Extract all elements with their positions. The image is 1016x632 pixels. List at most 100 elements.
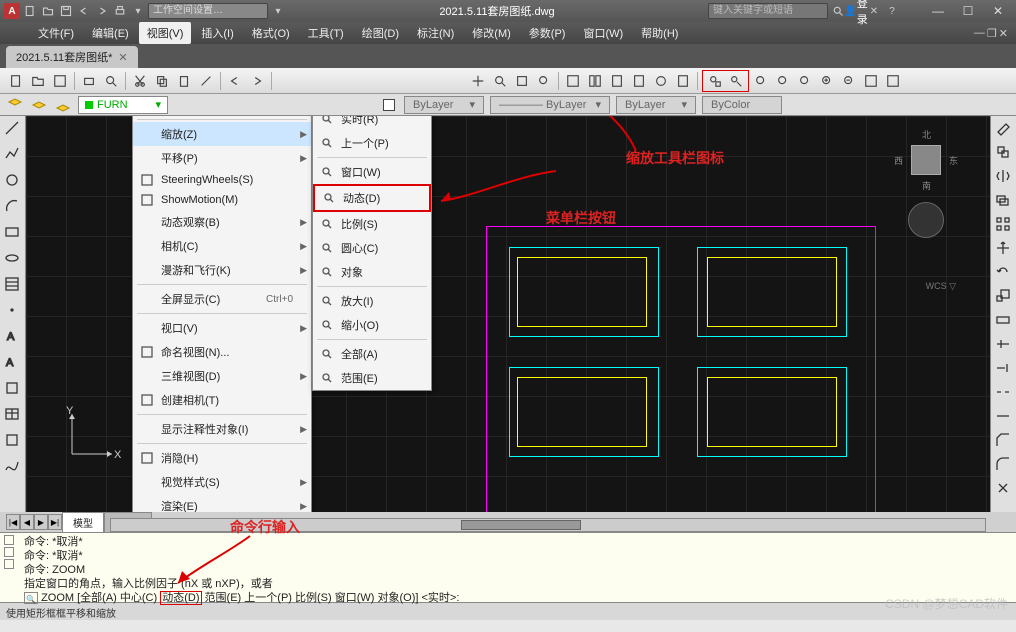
- tb-tpalette-icon[interactable]: [607, 71, 627, 91]
- stretch-icon[interactable]: [995, 312, 1013, 330]
- submenu-item[interactable]: 动态(D): [313, 184, 431, 212]
- menu-item[interactable]: 相机(C)▶: [133, 234, 311, 258]
- menu-format[interactable]: 格式(O): [244, 22, 298, 44]
- undo-icon[interactable]: [76, 3, 92, 19]
- plotstyle-dropdown[interactable]: ByColor: [702, 96, 782, 114]
- menu-item[interactable]: 视觉样式(S)▶: [133, 470, 311, 494]
- tb-zoom-rt-icon[interactable]: [490, 71, 510, 91]
- tb-undo-icon[interactable]: [225, 71, 245, 91]
- menu-item[interactable]: 显示注释性对象(I)▶: [133, 417, 311, 441]
- menu-item[interactable]: 创建相机(T): [133, 388, 311, 412]
- layer-dropdown[interactable]: FURN ▾: [78, 96, 168, 114]
- help-icon[interactable]: ?: [884, 3, 900, 19]
- copy-icon[interactable]: [995, 144, 1013, 162]
- view-cube[interactable]: 北 南 东 西: [896, 130, 956, 190]
- menu-item[interactable]: SteeringWheels(S): [133, 170, 311, 190]
- menu-item[interactable]: 动态观察(B)▶: [133, 210, 311, 234]
- drawing-canvas[interactable]: 北 南 东 西 WCS ▽ X Y 重画(R)重生成(G)全部重生成(A)缩放(…: [26, 116, 990, 512]
- rotate-icon[interactable]: [995, 264, 1013, 282]
- offset-icon[interactable]: [995, 192, 1013, 210]
- login-button[interactable]: 👤 登录: [848, 3, 864, 19]
- tb-new-icon[interactable]: [6, 71, 26, 91]
- hatch-icon[interactable]: [4, 276, 22, 294]
- submenu-item[interactable]: 实时(R): [313, 116, 431, 131]
- table-icon[interactable]: [4, 406, 22, 424]
- menu-draw[interactable]: 绘图(D): [354, 22, 407, 44]
- qat-more-icon[interactable]: ▾: [130, 3, 146, 19]
- menu-item[interactable]: 全部重生成(A): [133, 116, 311, 117]
- zoom-center-icon[interactable]: [773, 71, 793, 91]
- tb-props-icon[interactable]: [563, 71, 583, 91]
- tab-first-icon[interactable]: |◀: [6, 514, 20, 530]
- menu-modify[interactable]: 修改(M): [464, 22, 519, 44]
- zoom-all-icon[interactable]: [861, 71, 881, 91]
- lineweight-dropdown[interactable]: ———— ByLayer▾: [490, 96, 610, 114]
- zoom-dynamic-icon[interactable]: [726, 71, 746, 91]
- zoom-out-icon[interactable]: [839, 71, 859, 91]
- h-scroll-thumb[interactable]: [461, 520, 581, 530]
- h-scrollbar[interactable]: [110, 518, 986, 532]
- zoom-scale-icon[interactable]: [751, 71, 771, 91]
- block-icon[interactable]: [4, 380, 22, 398]
- menu-item[interactable]: 三维视图(D)▶: [133, 364, 311, 388]
- line-icon[interactable]: [4, 120, 22, 138]
- maximize-button[interactable]: ☐: [954, 2, 982, 20]
- tb-dcenter-icon[interactable]: [585, 71, 605, 91]
- circle-icon[interactable]: [4, 172, 22, 190]
- zoom-extents-icon[interactable]: [883, 71, 903, 91]
- model-tab[interactable]: 模型: [62, 512, 104, 533]
- workspace-dropdown[interactable]: 工作空间设置…: [148, 3, 268, 19]
- tb-save-icon[interactable]: [50, 71, 70, 91]
- break-icon[interactable]: [995, 384, 1013, 402]
- submenu-item[interactable]: 窗口(W): [313, 160, 431, 184]
- rect-icon[interactable]: [4, 224, 22, 242]
- tb-copy-icon[interactable]: [152, 71, 172, 91]
- submenu-item[interactable]: 全部(A): [313, 342, 431, 366]
- minimize-button[interactable]: —: [924, 2, 952, 20]
- menu-tools[interactable]: 工具(T): [300, 22, 352, 44]
- fillet-icon[interactable]: [995, 456, 1013, 474]
- tb-plot-icon[interactable]: [79, 71, 99, 91]
- mirror-icon[interactable]: [995, 168, 1013, 186]
- menu-item[interactable]: 漫游和飞行(K)▶: [133, 258, 311, 282]
- zoom-in-icon[interactable]: [817, 71, 837, 91]
- submenu-item[interactable]: 范围(E): [313, 366, 431, 390]
- tab-last-icon[interactable]: ▶|: [48, 514, 62, 530]
- tb-match-icon[interactable]: [196, 71, 216, 91]
- mtext-icon[interactable]: A: [4, 354, 22, 372]
- menu-item[interactable]: 视口(V)▶: [133, 316, 311, 340]
- menu-insert[interactable]: 插入(I): [193, 22, 241, 44]
- pline-icon[interactable]: [4, 146, 22, 164]
- submenu-item[interactable]: 缩小(O): [313, 313, 431, 337]
- command-line[interactable]: 命令: *取消* 命令: *取消* 命令: ZOOM 指定窗口的角点，输入比例因…: [0, 532, 1016, 602]
- point-icon[interactable]: [4, 302, 22, 320]
- menu-dim[interactable]: 标注(N): [409, 22, 462, 44]
- explode-icon[interactable]: [995, 480, 1013, 498]
- text-icon[interactable]: A: [4, 328, 22, 346]
- cmd-handle[interactable]: [2, 535, 16, 595]
- arc-icon[interactable]: [4, 198, 22, 216]
- spline-icon[interactable]: [4, 458, 22, 476]
- color-dropdown[interactable]: ByLayer▾: [404, 96, 484, 114]
- submenu-item[interactable]: 比例(S): [313, 212, 431, 236]
- zoom-object-icon[interactable]: [795, 71, 815, 91]
- tb-cut-icon[interactable]: [130, 71, 150, 91]
- help-search-input[interactable]: 键入关键字或短语: [708, 3, 828, 19]
- menu-item[interactable]: 平移(P)▶: [133, 146, 311, 170]
- tb-pan-icon[interactable]: [468, 71, 488, 91]
- menu-item[interactable]: 命名视图(N)...: [133, 340, 311, 364]
- menu-item[interactable]: 缩放(Z)▶: [133, 122, 311, 146]
- color-swatch-icon[interactable]: [380, 96, 398, 114]
- zoom-window-icon[interactable]: [705, 71, 725, 91]
- tb-zoom-prev-icon[interactable]: [534, 71, 554, 91]
- submenu-item[interactable]: 对象: [313, 260, 431, 284]
- close-tab-icon[interactable]: ✕: [118, 51, 127, 64]
- trim-icon[interactable]: [995, 336, 1013, 354]
- tb-preview-icon[interactable]: [101, 71, 121, 91]
- menu-item[interactable]: 全屏显示(C)Ctrl+0: [133, 287, 311, 311]
- menu-help[interactable]: 帮助(H): [633, 22, 686, 44]
- redo-icon[interactable]: [94, 3, 110, 19]
- move-icon[interactable]: [995, 240, 1013, 258]
- open-icon[interactable]: [40, 3, 56, 19]
- menu-view[interactable]: 视图(V): [139, 22, 192, 44]
